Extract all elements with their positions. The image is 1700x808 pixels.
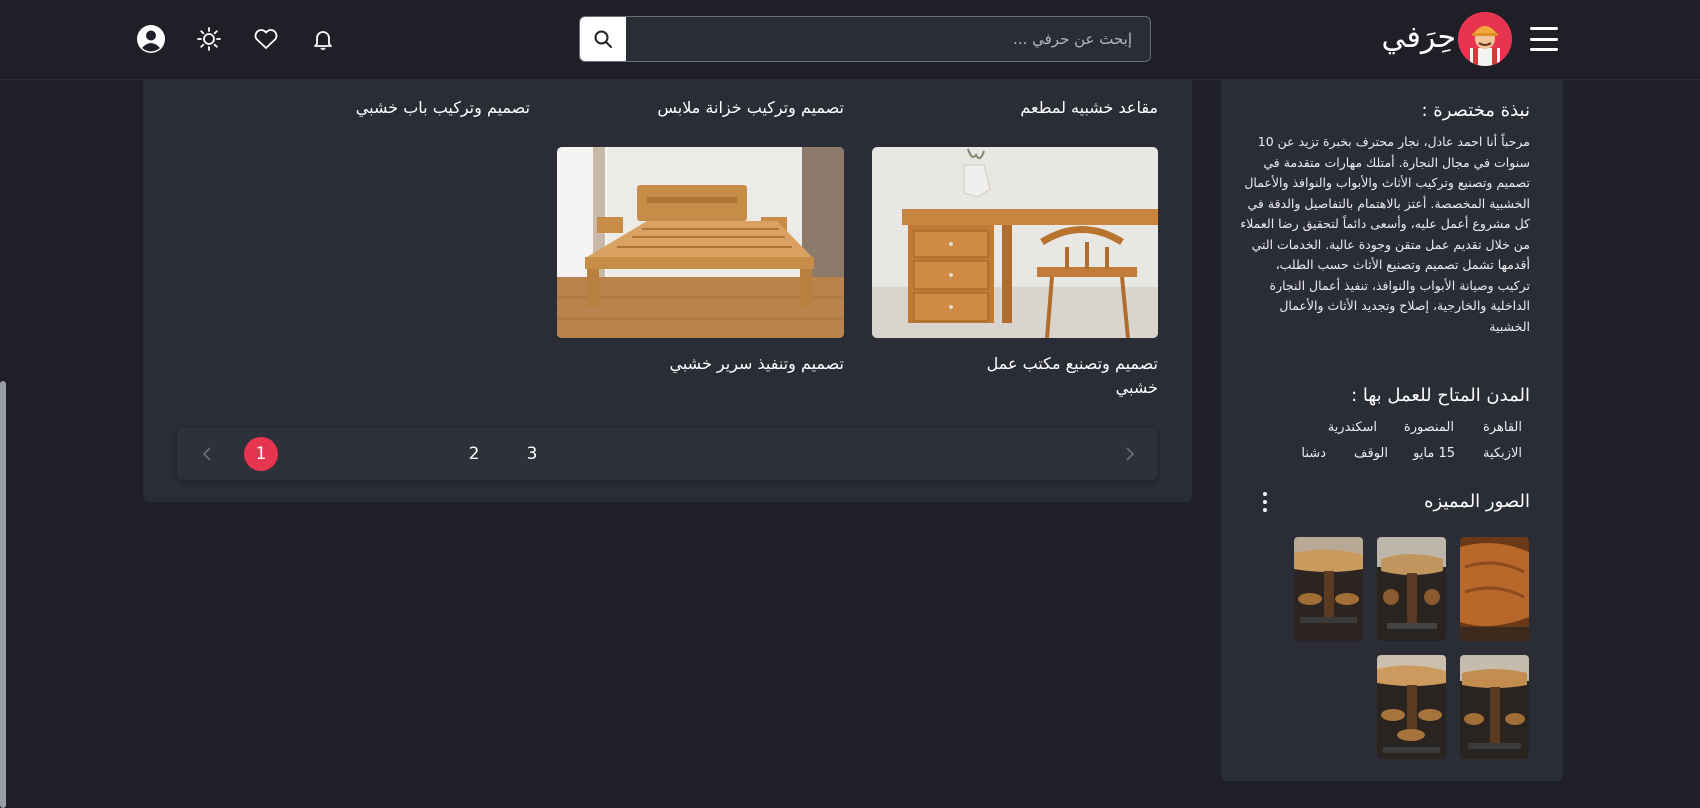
work-title-wardrobe[interactable]: تصميم وتركيب خزانة ملابس bbox=[620, 96, 844, 120]
pagination: 3 2 1 bbox=[177, 428, 1157, 480]
search-input[interactable] bbox=[627, 17, 1150, 61]
city-chip: دشنا bbox=[1301, 446, 1326, 461]
vertical-dots-icon[interactable] bbox=[1258, 489, 1272, 515]
city-chip: المنصورة bbox=[1403, 420, 1454, 435]
logo-avatar[interactable] bbox=[1458, 12, 1512, 66]
work-image-bed[interactable] bbox=[557, 147, 844, 338]
work-image-desk[interactable] bbox=[872, 147, 1158, 338]
city-chip: 15 مايو bbox=[1413, 446, 1455, 461]
bio-text: مرحباً أنا احمد عادل، نجار محترف بخبرة ت… bbox=[1240, 134, 1530, 334]
featured-photo-thumbnail[interactable] bbox=[1460, 537, 1529, 641]
page-2-button[interactable]: 2 bbox=[457, 437, 491, 471]
featured-photo-thumbnail[interactable] bbox=[1460, 655, 1529, 759]
city-chip: الازبكية bbox=[1483, 446, 1522, 461]
search-bar bbox=[579, 16, 1151, 62]
featured-photo-thumbnail[interactable] bbox=[1377, 655, 1446, 759]
city-chip: الوقف bbox=[1354, 446, 1388, 461]
page-1-button[interactable]: 1 bbox=[244, 437, 278, 471]
bell-icon[interactable] bbox=[308, 24, 338, 54]
pagination-prev-chevron-icon[interactable] bbox=[1120, 444, 1140, 464]
heart-icon[interactable] bbox=[251, 24, 281, 54]
work-title-bed[interactable]: تصميم وتنفيذ سرير خشبي bbox=[620, 352, 844, 376]
featured-photo-thumbnail[interactable] bbox=[1294, 537, 1363, 641]
city-chip: اسكندرية bbox=[1327, 420, 1377, 435]
user-circle-icon[interactable] bbox=[136, 24, 166, 54]
pagination-next-chevron-icon[interactable] bbox=[197, 444, 217, 464]
cities-heading: المدن المتاح للعمل بها : bbox=[1351, 385, 1530, 406]
work-title-desk[interactable]: تصميم وتصنيع مكتب عمل خشبي bbox=[960, 352, 1158, 400]
sun-icon[interactable] bbox=[194, 24, 224, 54]
site-logo-text[interactable]: حِرَفي bbox=[1382, 16, 1456, 60]
top-navbar: حِرَفي bbox=[0, 0, 1700, 80]
search-icon bbox=[594, 30, 612, 48]
page-3-button[interactable]: 3 bbox=[515, 437, 549, 471]
hamburger-menu-icon[interactable] bbox=[1530, 27, 1558, 51]
work-title-restaurant-chairs[interactable]: مقاعد خشبيه لمطعم bbox=[960, 96, 1158, 120]
search-button[interactable] bbox=[580, 17, 626, 61]
city-chip: القاهرة bbox=[1483, 420, 1522, 435]
featured-photo-thumbnail[interactable] bbox=[1377, 537, 1446, 641]
featured-photos-heading: الصور المميزه bbox=[1424, 491, 1530, 512]
page-scrollbar[interactable] bbox=[0, 381, 6, 808]
bio-heading: نبذة مختصرة : bbox=[1421, 100, 1531, 121]
work-title-wooden-door[interactable]: تصميم وتركيب باب خشبي bbox=[330, 96, 530, 120]
